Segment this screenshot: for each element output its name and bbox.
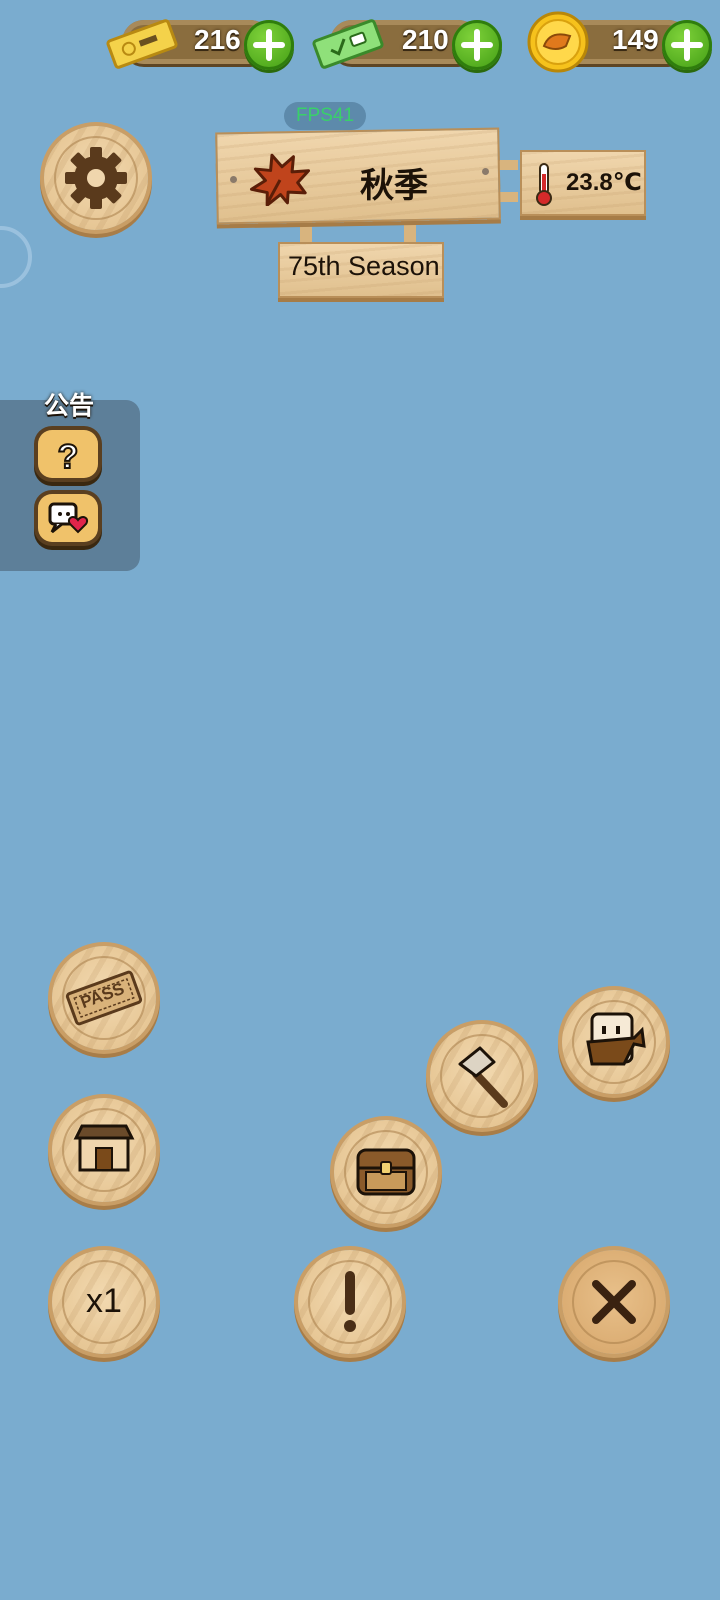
announcement-panel — [0, 400, 140, 571]
treasure-chest-icon — [356, 1148, 416, 1196]
maple-leaf-icon — [249, 153, 311, 206]
character-button[interactable] — [562, 990, 666, 1094]
add-coin-button[interactable] — [662, 20, 712, 70]
add-gold-ticket-button[interactable] — [244, 20, 294, 70]
coin-count: 149 — [612, 24, 659, 55]
gold-ticket-count: 216 — [194, 24, 241, 55]
season-number-label: 75th Season — [288, 251, 440, 281]
speed-label: x1 — [86, 1282, 122, 1320]
close-icon — [592, 1280, 636, 1324]
temperature-value: 23.8℃ — [566, 169, 642, 196]
close-button[interactable] — [562, 1250, 666, 1354]
coin-icon — [527, 11, 589, 73]
speed-button[interactable]: x1 — [52, 1250, 156, 1354]
pass-button[interactable]: PASS — [52, 946, 156, 1050]
announcement-title: 公告 — [44, 392, 95, 420]
gear-icon — [65, 147, 127, 209]
feedback-button[interactable] — [38, 494, 98, 542]
green-ticket-count: 210 — [402, 24, 449, 55]
help-button[interactable]: ? — [38, 430, 98, 478]
green-ticket-icon — [312, 19, 384, 69]
thermometer-icon — [536, 163, 552, 206]
question-icon: ? — [57, 437, 80, 477]
chat-heart-icon — [48, 502, 88, 534]
season-name: 秋季 — [360, 167, 428, 205]
bandana-character-icon — [586, 1012, 646, 1066]
add-green-ticket-button[interactable] — [452, 20, 502, 70]
alert-button[interactable] — [298, 1250, 402, 1354]
svg-text:?: ? — [58, 438, 79, 476]
craft-button[interactable] — [430, 1024, 534, 1128]
chest-button[interactable] — [334, 1120, 438, 1224]
sleep-indicator[interactable] — [0, 226, 32, 288]
shop-button[interactable] — [52, 1098, 156, 1202]
exclamation-icon — [344, 1271, 356, 1332]
shop-icon — [73, 1124, 135, 1172]
gold-ticket-icon — [106, 19, 178, 69]
hammer-icon — [458, 1046, 508, 1108]
settings-button[interactable] — [44, 126, 148, 230]
fps-badge: FPS41 — [284, 102, 366, 130]
